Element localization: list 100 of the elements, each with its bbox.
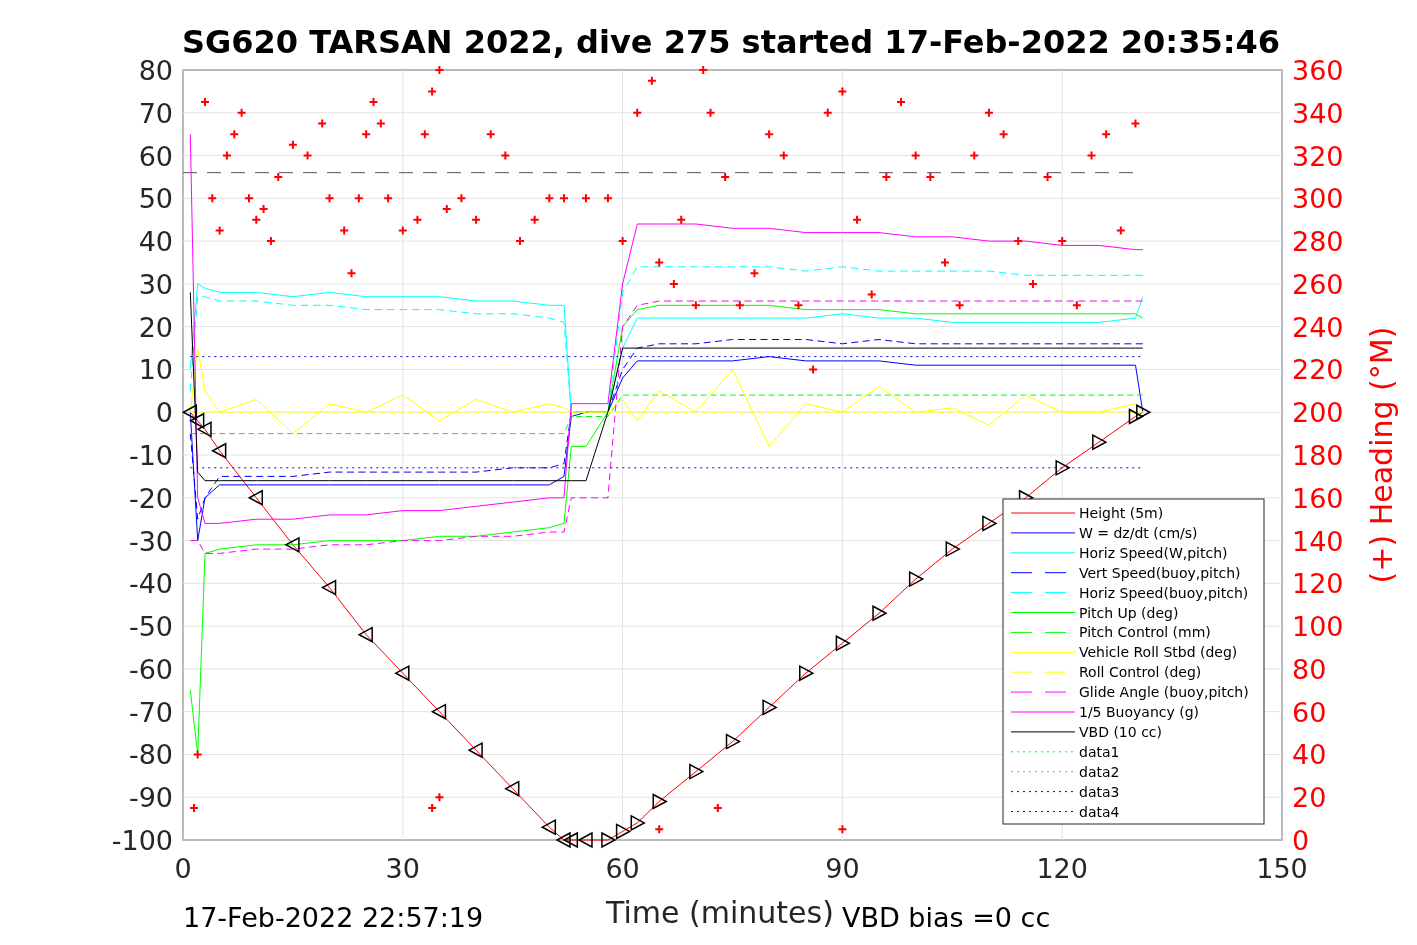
- y-tick-label: 70: [138, 97, 173, 129]
- y-tick-label: -60: [128, 653, 173, 685]
- plus-marker: [764, 129, 775, 140]
- triangle-marker: [181, 403, 198, 421]
- plus-marker: [837, 86, 848, 97]
- plus-marker: [189, 802, 199, 813]
- triangle-marker: [1055, 459, 1071, 477]
- triangle-marker: [430, 703, 447, 720]
- triangle-marker: [504, 780, 520, 797]
- plus-marker: [983, 107, 994, 118]
- triangle-marker: [189, 412, 205, 430]
- legend-label: VBD (10 cc): [1079, 723, 1162, 740]
- plus-marker: [1027, 278, 1038, 289]
- legend-line-sample: [1010, 651, 1076, 653]
- plus-marker: [778, 150, 789, 161]
- y-tick-label: 260: [1292, 268, 1344, 300]
- y-tick-label: -40: [128, 568, 173, 600]
- legend-label: 1/5 Buoyancy (g): [1079, 704, 1199, 720]
- y-tick-label: 40: [1292, 739, 1327, 771]
- legend-label: W = dz/dt (cm/s): [1079, 524, 1198, 541]
- y-tick-label: 320: [1292, 140, 1344, 172]
- legend-label: Height (5m): [1079, 505, 1164, 521]
- plus-marker: [273, 171, 284, 182]
- y-tick-label: -10: [128, 440, 173, 471]
- legend-line-sample: [1010, 731, 1076, 733]
- plus-marker: [346, 268, 357, 279]
- triangle-marker: [872, 605, 888, 622]
- plus-marker: [485, 129, 496, 140]
- plus-marker: [676, 214, 687, 225]
- legend-label: Glide Angle (buoy,pitch): [1079, 684, 1249, 701]
- plus-marker: [852, 214, 863, 225]
- plus-marker: [221, 150, 232, 161]
- triangle-marker: [320, 579, 337, 596]
- y-tick-label: 180: [1292, 440, 1344, 471]
- triangle-marker: [630, 814, 646, 832]
- triangle-marker: [1128, 408, 1145, 425]
- legend-line-sample: [1010, 771, 1076, 773]
- plus-marker: [646, 75, 657, 86]
- y-tick-label: -50: [128, 611, 173, 643]
- plus-marker: [375, 118, 386, 129]
- legend-line-sample: [1010, 711, 1076, 713]
- x-tick-label: 150: [1256, 853, 1308, 884]
- legend-line-sample: [1010, 791, 1076, 793]
- plus-marker: [243, 193, 254, 204]
- plus-marker: [705, 107, 716, 118]
- legend-line-sample: [1010, 532, 1076, 534]
- plus-marker: [793, 300, 804, 311]
- triangle-marker: [247, 489, 263, 507]
- y-tick-label: 0: [155, 397, 173, 429]
- x-tick-label: 30: [385, 853, 420, 884]
- plus-marker: [749, 268, 760, 279]
- plus-marker: [419, 129, 430, 140]
- plus-marker: [368, 97, 379, 108]
- plus-marker: [969, 150, 980, 161]
- legend-label: data4: [1079, 803, 1120, 820]
- legend-label: data1: [1079, 743, 1120, 760]
- triangle-marker: [540, 818, 557, 836]
- plus-marker: [434, 792, 445, 803]
- plus-marker: [1130, 118, 1141, 129]
- legend-label: Roll Control (deg): [1079, 664, 1202, 681]
- legend-label: data3: [1079, 783, 1120, 800]
- chart-title: SG620 TARSAN 2022, dive 275 started 17-Feb-2022 20:35:46: [182, 23, 1280, 61]
- legend-label: Pitch Up (deg): [1079, 604, 1179, 621]
- plus-marker: [456, 193, 467, 204]
- plus-marker: [397, 225, 408, 236]
- plus-marker: [361, 129, 372, 140]
- x-axis-title: Time (minutes): [606, 895, 834, 930]
- x-tick-label: 90: [825, 853, 860, 884]
- plus-marker: [720, 171, 731, 182]
- plus-marker: [251, 214, 262, 225]
- plus-marker: [287, 139, 298, 150]
- plus-marker: [1057, 236, 1068, 247]
- y-tick-label: 30: [138, 268, 173, 300]
- plus-marker: [471, 214, 482, 225]
- plus-marker: [544, 193, 555, 204]
- plus-marker: [698, 65, 709, 75]
- plus-marker: [427, 86, 438, 97]
- legend-line-sample: [1010, 751, 1076, 753]
- plus-marker: [1013, 236, 1024, 247]
- y-tick-label: 240: [1292, 311, 1344, 343]
- plus-marker: [654, 257, 665, 268]
- plus-marker: [559, 193, 569, 204]
- y-tick-label: 100: [1292, 611, 1344, 643]
- plus-marker: [1086, 150, 1097, 161]
- triangle-marker: [799, 664, 815, 682]
- y-tick-label: 0: [1292, 825, 1310, 856]
- plus-marker: [998, 129, 1009, 140]
- plus-marker: [383, 193, 394, 204]
- triangle-marker: [394, 664, 410, 682]
- y-axis-title: (+) Heading (°M): [1364, 326, 1399, 584]
- timestamp: 17-Feb-2022 22:57:19: [183, 902, 484, 933]
- plus-marker: [690, 300, 701, 311]
- triangle-marker: [982, 515, 998, 532]
- plus-marker: [580, 193, 591, 204]
- plus-marker: [353, 193, 364, 204]
- x-tick-label: 0: [174, 853, 192, 884]
- triangle-marker: [725, 733, 742, 750]
- triangle-marker: [835, 634, 851, 652]
- plus-marker: [258, 204, 269, 215]
- plus-marker: [441, 204, 452, 215]
